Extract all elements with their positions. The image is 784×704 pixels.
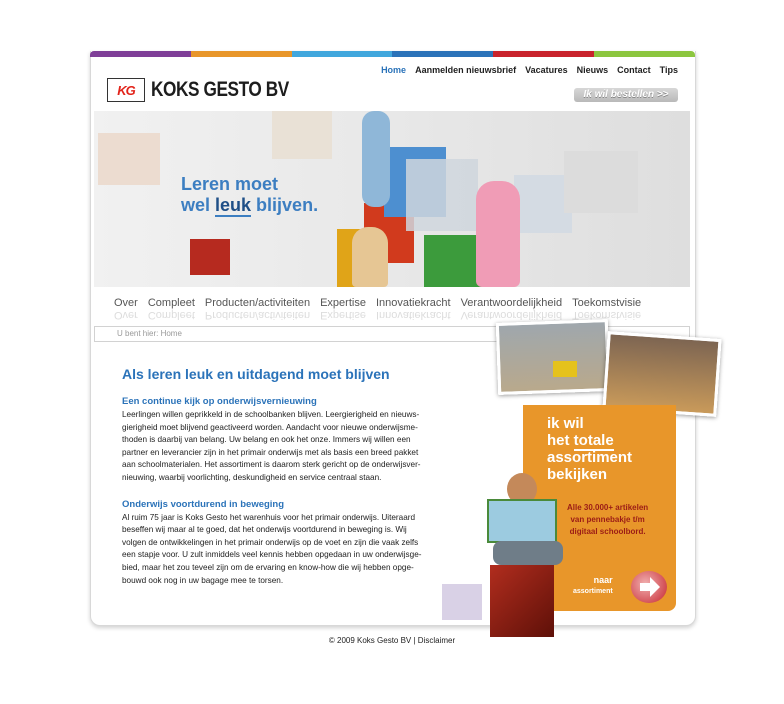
- mainnav-compleet[interactable]: Compleet Compleet: [147, 297, 195, 321]
- child-book: [487, 499, 557, 543]
- mainnav-label: Innovatiekracht: [375, 297, 451, 309]
- mainnav-label: Over: [114, 297, 138, 309]
- text-line: aan schoolmaterialen. Het assortiment is…: [122, 460, 421, 470]
- mainnav-over[interactable]: Over Over: [114, 297, 138, 321]
- mainnav-reflection: Innovatiekracht: [375, 309, 451, 321]
- child-legs: [493, 541, 563, 565]
- mainnav-producten[interactable]: Producten/activiteiten Producten/activite…: [204, 297, 311, 321]
- text-line: Leerlingen willen geprikkeld in de schoo…: [122, 410, 420, 419]
- logo-mark-text: KG: [117, 82, 135, 98]
- mainnav-toekomstvisie[interactable]: Toekomstvisie Toekomstvisie: [572, 297, 642, 321]
- hero-slogan-line1: Leren moet: [181, 174, 279, 194]
- section-heading: Onderwijs voortdurend in beweging: [122, 498, 285, 510]
- promo-line2a: het: [547, 432, 574, 449]
- top-navigation: Home Aanmelden nieuwsbrief Vacatures Nie…: [381, 65, 678, 75]
- color-bar-segment: [90, 51, 191, 57]
- logo-text: KOKS GESTO BV: [151, 78, 289, 101]
- text-line: volgen de ontwikkelingen in het primair …: [122, 537, 419, 547]
- mainnav-reflection: Compleet: [147, 309, 195, 321]
- mainnav-label: Expertise: [320, 297, 366, 309]
- mainnav-reflection: Producten/activiteiten: [204, 309, 311, 321]
- topnav-newsletter[interactable]: Aanmelden nieuwsbrief: [415, 65, 516, 75]
- topnav-vacancies[interactable]: Vacatures: [525, 65, 568, 75]
- promo-cta-line1: naar: [593, 575, 613, 585]
- warehouse-photo: [495, 319, 611, 395]
- mainnav-reflection: Expertise: [320, 309, 366, 321]
- site-logo[interactable]: KG KOKS GESTO BV: [107, 77, 319, 103]
- promo-sub2: van pennebakje t/m: [570, 515, 645, 524]
- hero-banner: Leren moet wel leuk blijven.: [94, 111, 690, 287]
- main-navigation: Over Over Compleet Compleet Producten/acti…: [114, 297, 651, 321]
- text-line: thoden is daarbij van belang. Uw belang …: [122, 435, 411, 445]
- main-content: Als leren leuk en uitdagend moet blijven…: [122, 366, 452, 587]
- promo-cta-line2: assortiment: [573, 588, 613, 595]
- section-heading: Een continue kijk op onderwijsvernieuwin…: [122, 396, 317, 407]
- section-paragraph: Leerlingen willen geprikkeld in de schoo…: [122, 409, 452, 485]
- mainnav-label: Toekomstvisie: [572, 297, 642, 309]
- cube-shape: [272, 111, 332, 159]
- text-line: bied, maar het zou teveel zijn om de erv…: [122, 562, 414, 572]
- mainnav-label: Verantwoordelijkheid: [460, 297, 563, 309]
- color-bar-segment: [594, 51, 695, 57]
- cube-shape: [564, 151, 638, 213]
- hero-slogan-line2a: wel: [181, 195, 216, 215]
- footer: © 2009 Koks Gesto BV | Disclaimer: [328, 636, 456, 645]
- hero-slogan-emphasis: leuk: [215, 195, 252, 217]
- mainnav-reflection: Over: [114, 309, 138, 321]
- logo-mark: KG: [107, 78, 145, 102]
- page-title: Als leren leuk en uitdagend moet blijven: [122, 366, 390, 382]
- topnav-tips[interactable]: Tips: [660, 65, 678, 75]
- forklift-shape: [553, 361, 577, 377]
- cube-shape: [190, 239, 230, 275]
- promo-subtext: Alle 30.000+ artikelen van pennebakje t/…: [567, 502, 648, 538]
- child-figure: [352, 227, 388, 287]
- color-bar-segment: [392, 51, 494, 57]
- color-bar: [90, 51, 695, 57]
- text-line: beseffen wij maar al te goed, dat het on…: [122, 525, 407, 535]
- promo-cta[interactable]: naar assortiment: [573, 575, 613, 597]
- cube-shape: [406, 159, 478, 231]
- child-figure: [362, 111, 390, 207]
- cube-shape: [98, 133, 160, 185]
- order-button[interactable]: Ik wil bestellen >>: [574, 88, 678, 102]
- hero-slogan-line2c: blijven.: [251, 195, 319, 215]
- text-line: bouwd ook nog in uw bagage mee te torsen…: [122, 575, 284, 585]
- color-bar-segment: [493, 51, 595, 57]
- text-line: partner en leverancier zijn in het prima…: [122, 447, 419, 457]
- text-line: nieuwing, waarbij voorlichting, deskundi…: [122, 472, 382, 482]
- promo-line1: ik wil: [547, 415, 584, 432]
- child-reading-figure: [487, 473, 563, 573]
- red-cube-shape: [490, 565, 554, 637]
- mainnav-label: Producten/activiteiten: [204, 297, 311, 309]
- section-paragraph: Al ruim 75 jaar is Koks Gesto het warenh…: [122, 512, 452, 588]
- color-bar-segment: [291, 51, 393, 57]
- topnav-news[interactable]: Nieuws: [577, 65, 609, 75]
- text-line: Al ruim 75 jaar is Koks Gesto het warenh…: [122, 512, 416, 522]
- mainnav-expertise[interactable]: Expertise Expertise: [320, 297, 366, 321]
- topnav-home[interactable]: Home: [381, 65, 406, 75]
- mainnav-verantwoordelijkheid[interactable]: Verantwoordelijkheid Verantwoordelijkheid: [460, 297, 563, 321]
- promo-line3: assortiment: [547, 449, 633, 466]
- arrow-right-icon[interactable]: [631, 571, 667, 603]
- color-bar-segment: [190, 51, 292, 57]
- mainnav-reflection: Verantwoordelijkheid: [460, 309, 563, 321]
- mainnav-innovatiekracht[interactable]: Innovatiekracht Innovatiekracht: [375, 297, 451, 321]
- child-figure: [476, 181, 520, 287]
- promo-sub1: Alle 30.000+ artikelen: [567, 503, 649, 512]
- text-line: een stapje voor. U zult inmiddels veel k…: [122, 550, 422, 560]
- hero-slogan: Leren moet wel leuk blijven.: [181, 174, 319, 217]
- mainnav-label: Compleet: [147, 297, 195, 309]
- promo-sub3: digitaal schoolbord.: [569, 527, 646, 536]
- lilac-cube-shape: [442, 584, 482, 620]
- text-line: gierigheid moet blijvend geactiveerd wor…: [122, 422, 418, 432]
- topnav-contact[interactable]: Contact: [617, 65, 651, 75]
